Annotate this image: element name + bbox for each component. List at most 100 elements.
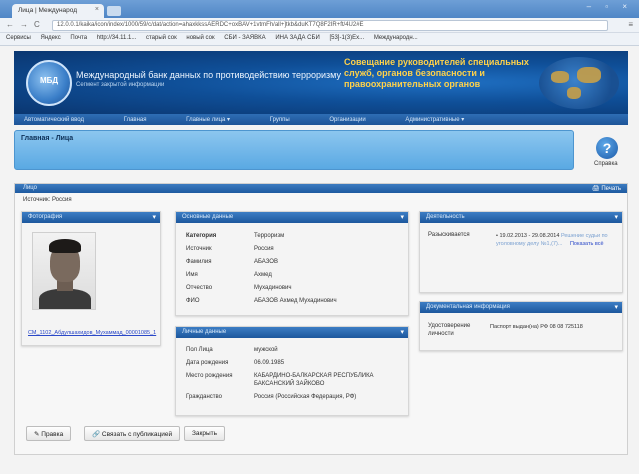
data-value: 06.09.1985 (254, 360, 285, 366)
help-icon[interactable]: ? (596, 137, 618, 159)
data-key: ФИО (186, 298, 200, 304)
bookmark-item[interactable]: новый сок (186, 35, 214, 41)
top-nav: Автоматический ввод Главная Главные лица… (14, 114, 628, 125)
print-button[interactable]: 🖨 Печать (592, 185, 621, 192)
browser-tab[interactable]: Лица | Международ × (12, 4, 104, 18)
edit-button-label: Правка (41, 431, 64, 438)
data-key: Фамилия (186, 259, 212, 265)
print-label: Печать (601, 186, 621, 192)
bookmark-item[interactable]: ИНА ЗАДА СБИ (275, 35, 319, 41)
personal-data-panel: Личные данные ▾ Пол Лица мужской Дата рож… (175, 326, 409, 416)
nav-item[interactable]: Автоматический ввод (24, 117, 84, 123)
activity-entry: • 19.02.2013 - 29.08.2014 Решение судьи … (496, 232, 618, 248)
data-row: Пол Лица мужской (186, 344, 402, 357)
chevron-down-icon[interactable]: ▾ (614, 303, 618, 311)
person-photo[interactable] (32, 232, 96, 310)
activity-date: • 19.02.2013 - 29.08.2014 (496, 233, 560, 239)
data-key: Источник (186, 246, 212, 252)
nav-item[interactable]: Организации (329, 117, 365, 123)
bookmark-item[interactable]: http://34.11.1... (97, 35, 137, 41)
data-value: Ахмед (254, 272, 272, 278)
bookmark-item[interactable]: Международн... (374, 35, 418, 41)
data-value: КАБАРДИНО-БАЛКАРСКАЯ РЕСПУБЛИКА БАКСАНСК… (254, 373, 374, 387)
data-row: Источник Россия (186, 243, 337, 256)
nav-item[interactable]: Группы (270, 117, 290, 123)
photo-file-link[interactable]: СМ_1102_Абдулшахидов_Мухаммад_00001085_1 (28, 330, 156, 336)
data-key: Пол Лица (186, 347, 213, 353)
reload-icon[interactable]: C (34, 20, 40, 29)
bookmarks-bar: Сервисы Яндекс Почта http://34.11.1... с… (0, 33, 639, 46)
data-value: Мухадинович (254, 285, 292, 291)
chevron-down-icon[interactable]: ▾ (400, 213, 404, 221)
help-label[interactable]: Справка (594, 161, 618, 167)
address-bar-row: ← → C 12.0.0.1/kaika/icon/index/1000/59/… (0, 18, 639, 33)
link-publication-button[interactable]: 🔗 Связать с публикацией (84, 426, 181, 441)
data-row: Фамилия АБАЗОВ (186, 256, 337, 269)
url-input[interactable]: 12.0.0.1/kaika/icon/index/1000/59/c/dat/… (52, 20, 608, 31)
document-label: Удостоверение личности (428, 323, 471, 337)
basic-panel-title: Основные данные (182, 214, 234, 220)
data-row: Гражданство Россия (Российская Федерация,… (186, 391, 402, 404)
bookmark-item[interactable]: [53]-1(3)Ex... (329, 35, 364, 41)
breadcrumb[interactable]: Главная - Лица (21, 135, 73, 142)
photo-panel-header: Фотография ▾ (22, 212, 160, 223)
back-icon[interactable]: ← (6, 20, 14, 29)
chevron-down-icon[interactable]: ▾ (614, 213, 618, 221)
site-title: Международный банк данных по противодейс… (76, 70, 341, 80)
data-value: Россия (Российская Федерация, РФ) (254, 394, 357, 400)
close-button[interactable]: Закрыть (184, 426, 226, 441)
site-logo[interactable]: МБД (26, 60, 72, 106)
activity-panel-title: Деятельность (426, 214, 465, 220)
title-panel: Главная - Лица (14, 130, 574, 170)
chevron-down-icon[interactable]: ▾ (152, 213, 156, 221)
activity-panel-header: Деятельность ▾ (420, 212, 622, 223)
nav-item[interactable]: Главные лица ▾ (186, 117, 230, 123)
data-value: Терроризм (254, 233, 285, 239)
data-row: Категория Терроризм (186, 230, 337, 243)
new-tab-button[interactable] (107, 6, 121, 16)
browser-titlebar: Лица | Международ × – ▫ × (0, 0, 639, 18)
bookmark-item[interactable]: Почта (70, 35, 87, 41)
person-card: Лицо 🖨 Печать Источник: Россия Фотографи… (14, 183, 628, 455)
globe-image (539, 57, 619, 109)
nav-item[interactable]: Главная (124, 117, 147, 123)
photo-panel-title: Фотография (28, 214, 63, 220)
personal-panel-header: Личные данные ▾ (176, 327, 408, 338)
tab-close-icon[interactable]: × (95, 6, 99, 13)
show-all-link[interactable]: Показать всё (570, 241, 604, 247)
link-publication-label: Связать с публикацией (101, 431, 173, 438)
data-key: Дата рождения (186, 360, 229, 366)
chevron-down-icon[interactable]: ▾ (400, 328, 404, 336)
logo-text: МБД (40, 76, 59, 85)
data-row: Отчество Мухадинович (186, 282, 337, 295)
site-subtitle: Сегмент закрытой информации (76, 82, 165, 88)
forward-icon[interactable]: → (20, 20, 28, 29)
source-text: Источник: Россия (23, 197, 72, 203)
bookmark-item[interactable]: Сервисы (6, 35, 31, 41)
data-row: ФИО АБАЗОВ Ахмед Мухадинович (186, 295, 337, 308)
basic-panel-header: Основные данные ▾ (176, 212, 408, 223)
personal-data-list: Пол Лица мужской Дата рождения 06.09.1985 … (186, 344, 402, 404)
activity-panel: Деятельность ▾ Разыскивается • 19.02.201… (419, 211, 623, 293)
card-title: Лицо (23, 185, 37, 191)
data-value: АБАЗОВ Ахмед Мухадинович (254, 298, 337, 304)
personal-panel-title: Личные данные (182, 329, 227, 335)
basic-data-panel: Основные данные ▾ Категория Терроризм Ист… (175, 211, 409, 316)
data-value: АБАЗОВ (254, 259, 278, 265)
document-value: Паспорт выдан(на) РФ 08 08 725118 (490, 324, 583, 330)
bookmark-item[interactable]: старый сок (146, 35, 177, 41)
council-heading: Совещание руководителей специальных служ… (344, 57, 529, 89)
documents-panel-title: Документальная информация (426, 304, 510, 310)
edit-button[interactable]: ✎ Правка (26, 426, 72, 441)
window-controls[interactable]: – ▫ × (587, 2, 633, 11)
data-value: Россия (254, 246, 274, 252)
tab-title: Лица | Международ (18, 7, 78, 14)
nav-item[interactable]: Административные ▾ (405, 117, 464, 123)
bookmark-item[interactable]: Яндекс (41, 35, 61, 41)
data-row: Место рождения КАБАРДИНО-БАЛКАРСКАЯ РЕСПУ… (186, 372, 402, 388)
basic-data-list: Категория Терроризм Источник Россия Фамили… (186, 230, 337, 308)
data-key: Гражданство (186, 394, 222, 400)
site-banner: МБД Международный банк данных по противо… (14, 51, 628, 114)
bookmark-item[interactable]: СБИ - ЗАЯВКА (224, 35, 265, 41)
browser-menu-icon[interactable]: ≡ (628, 20, 633, 29)
